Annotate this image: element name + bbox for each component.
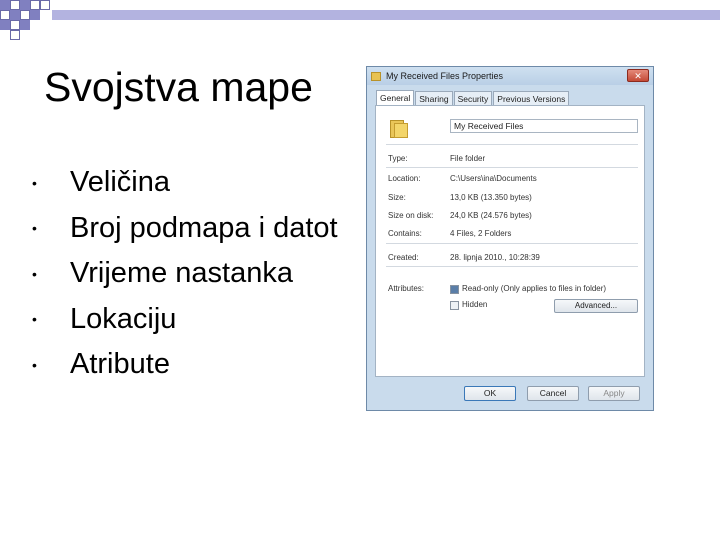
decor-bar bbox=[52, 10, 720, 20]
size-on-disk-label: Size on disk: bbox=[388, 211, 434, 220]
readonly-label: Read-only (Only applies to files in fold… bbox=[462, 284, 607, 293]
type-value: File folder bbox=[450, 154, 486, 163]
decor-square bbox=[20, 20, 30, 30]
size-label: Size: bbox=[388, 193, 406, 202]
bullet-icon: • bbox=[32, 311, 37, 328]
cancel-button[interactable]: Cancel bbox=[527, 386, 579, 401]
divider bbox=[386, 144, 638, 145]
created-value: 28. lipnja 2010., 10:28:39 bbox=[450, 253, 540, 262]
decor-square bbox=[10, 20, 20, 30]
bullet-icon: • bbox=[32, 174, 37, 191]
bullet-item: • Broj podmapa i datot bbox=[30, 206, 338, 252]
created-label: Created: bbox=[388, 253, 419, 262]
slide-title: Svojstva mape bbox=[44, 64, 313, 110]
attributes-label: Attributes: bbox=[388, 284, 425, 293]
decor-square bbox=[20, 0, 30, 10]
location-label: Location: bbox=[388, 174, 421, 183]
general-panel: My Received Files Type: File folder Loca… bbox=[375, 105, 645, 377]
bullet-item: • Vrijeme nastanka bbox=[30, 251, 338, 297]
hidden-label: Hidden bbox=[462, 300, 488, 309]
bullet-list: • Veličina • Broj podmapa i datot • Vrijeme… bbox=[30, 160, 338, 388]
folder-name-field[interactable]: My Received Files bbox=[450, 119, 638, 133]
apply-button[interactable]: Apply bbox=[588, 386, 640, 401]
tab-sharing[interactable]: Sharing bbox=[415, 91, 453, 105]
bullet-text: Atribute bbox=[70, 348, 170, 381]
location-value: C:\Users\ina\Documents bbox=[450, 174, 537, 183]
bullet-text: Lokaciju bbox=[70, 302, 177, 335]
bullet-text: Veličina bbox=[70, 166, 170, 199]
tab-bar: General Sharing Security Previous Versio… bbox=[367, 85, 653, 105]
properties-dialog: My Received Files Properties ✕ General S… bbox=[366, 66, 654, 411]
tab-security[interactable]: Security bbox=[453, 91, 493, 105]
ok-button[interactable]: OK bbox=[464, 386, 516, 401]
divider bbox=[386, 243, 638, 244]
bullet-text: Broj podmapa i datot bbox=[70, 211, 338, 244]
readonly-checkbox[interactable] bbox=[450, 285, 459, 294]
dialog-titlebar[interactable]: My Received Files Properties ✕ bbox=[367, 67, 653, 85]
decor-square bbox=[20, 10, 30, 20]
folder-icon bbox=[371, 71, 381, 81]
dialog-title: My Received Files Properties bbox=[386, 71, 504, 81]
bullet-icon: • bbox=[32, 265, 37, 282]
size-value: 13,0 KB (13.350 bytes) bbox=[450, 193, 532, 202]
bullet-icon: • bbox=[32, 220, 37, 237]
decor-square bbox=[30, 0, 40, 10]
tab-general[interactable]: General bbox=[376, 90, 415, 105]
decor-square bbox=[0, 20, 10, 30]
decor-square bbox=[10, 0, 20, 10]
size-on-disk-value: 24,0 KB (24.576 bytes) bbox=[450, 211, 532, 220]
contains-value: 4 Files, 2 Folders bbox=[450, 229, 512, 238]
bullet-text: Vrijeme nastanka bbox=[70, 257, 293, 290]
bullet-icon: • bbox=[32, 356, 37, 373]
advanced-button[interactable]: Advanced... bbox=[554, 299, 638, 313]
close-button[interactable]: ✕ bbox=[627, 69, 649, 82]
decor-square bbox=[40, 0, 50, 10]
tab-previous-versions[interactable]: Previous Versions bbox=[493, 91, 570, 105]
type-label: Type: bbox=[388, 154, 408, 163]
decor-square bbox=[10, 30, 20, 40]
divider bbox=[386, 167, 638, 168]
hidden-checkbox[interactable] bbox=[450, 301, 459, 310]
bullet-item: • Atribute bbox=[30, 342, 338, 388]
divider bbox=[386, 266, 638, 267]
folder-icon bbox=[390, 118, 408, 138]
contains-label: Contains: bbox=[388, 229, 422, 238]
decor-square bbox=[30, 10, 40, 20]
slide-decoration bbox=[0, 0, 720, 40]
bullet-item: • Lokaciju bbox=[30, 297, 338, 343]
decor-square bbox=[0, 0, 10, 10]
bullet-item: • Veličina bbox=[30, 160, 338, 206]
decor-square bbox=[0, 10, 10, 20]
decor-square bbox=[10, 10, 20, 20]
